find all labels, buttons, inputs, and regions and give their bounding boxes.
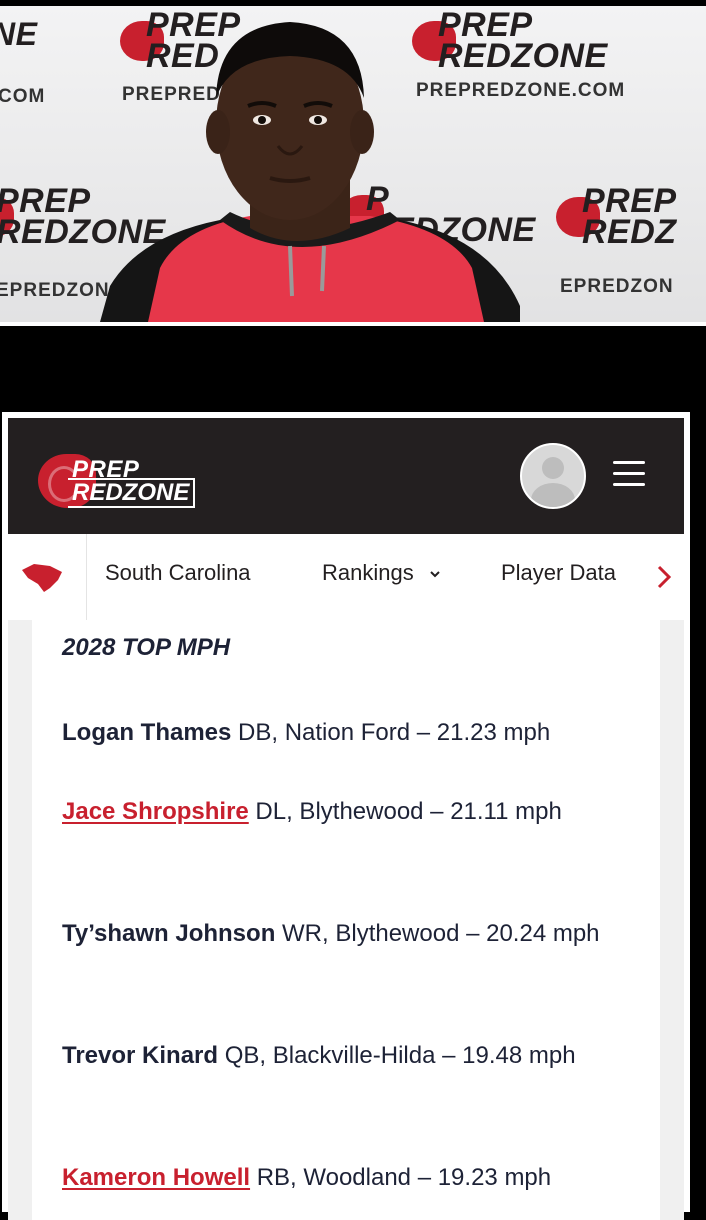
south-carolina-map-icon[interactable] (20, 562, 64, 592)
backdrop-url: COM (0, 86, 46, 107)
site-logo[interactable]: PREP REDZONE (38, 454, 198, 508)
player-detail: RB, Woodland – 19.23 mph (250, 1164, 552, 1191)
article-heading: 2028 TOP MPH (62, 634, 231, 661)
nav-item-player-data[interactable]: Player Data (501, 560, 616, 586)
player-link[interactable]: Kameron Howell (62, 1164, 250, 1191)
nav-item-rankings-label: Rankings (322, 560, 414, 585)
nav-item-rankings[interactable]: Rankings (322, 560, 442, 586)
logo-text-redzone: REDZONE (68, 478, 196, 508)
backdrop-url: EPREDZON (560, 276, 674, 297)
photo-border (0, 322, 706, 326)
site-header: PREP REDZONE (8, 418, 684, 534)
player-detail: QB, Blackville-Hilda – 19.48 mph (218, 1042, 576, 1069)
nav-divider (86, 534, 87, 620)
list-item: Ty’shawn Johnson WR, Blythewood – 20.24 … (62, 912, 652, 955)
backdrop-url: EPREDZON (0, 280, 110, 301)
list-item: Trevor Kinard QB, Blackville-Hilda – 19.… (62, 1034, 652, 1077)
player-name: Ty’shawn Johnson (62, 920, 276, 947)
sub-navigation: South Carolina Rankings Player Data (8, 534, 684, 621)
player-detail: DB, Nation Ford – 21.23 mph (231, 719, 551, 746)
nav-item-south-carolina[interactable]: South Carolina (105, 560, 251, 586)
player-link[interactable]: Jace Shropshire (62, 798, 249, 825)
article-card: 2028 TOP MPH Logan Thames DB, Nation For… (32, 620, 660, 1220)
player-figure (100, 22, 520, 322)
article-area: 2028 TOP MPH Logan Thames DB, Nation For… (8, 620, 684, 1220)
list-item: Logan Thames DB, Nation Ford – 21.23 mph (62, 711, 652, 754)
user-avatar-icon[interactable] (520, 443, 586, 509)
player-photo: NE COM PREPRED PREPRED PREPREDZONE PREPR… (0, 6, 706, 322)
player-name: Trevor Kinard (62, 1042, 219, 1069)
list-item: Jace Shropshire DL, Blythewood – 21.11 m… (62, 790, 652, 833)
backdrop-logo: PREP REDZ (556, 184, 677, 249)
website-screenshot: PREP REDZONE South Carolina Rankings Pla… (2, 412, 690, 1220)
player-detail: WR, Blythewood – 20.24 mph (275, 920, 600, 947)
list-item: Kameron Howell RB, Woodland – 19.23 mph (62, 1156, 652, 1199)
chevron-down-icon (430, 571, 440, 578)
hamburger-icon[interactable] (613, 461, 645, 487)
backdrop-logo: NE (0, 16, 38, 52)
chevron-right-icon[interactable] (652, 562, 676, 592)
player-detail: DL, Blythewood – 21.11 mph (248, 798, 562, 825)
player-name: Logan Thames (62, 719, 232, 746)
